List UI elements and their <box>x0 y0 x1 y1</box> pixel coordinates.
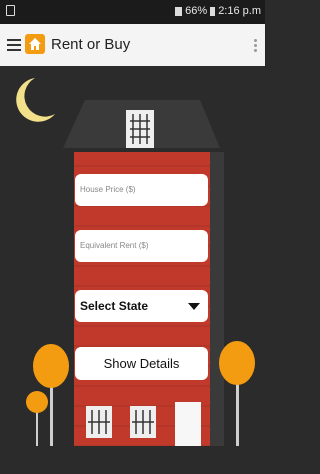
status-indicators: 66% 2:16 p.m <box>175 5 261 17</box>
house-illustration <box>0 66 265 474</box>
hamburger-icon[interactable] <box>7 39 21 51</box>
dropdown-triangle-icon <box>188 303 200 310</box>
house-price-input[interactable]: House Price ($) <box>75 174 208 206</box>
status-bar: 66% 2:16 p.m <box>0 0 265 24</box>
home-icon <box>25 34 45 54</box>
equivalent-rent-placeholder: Equivalent Rent ($) <box>80 241 149 250</box>
signal-icon <box>175 6 183 16</box>
overflow-menu-icon[interactable] <box>254 39 257 53</box>
clock: 2:16 p.m <box>218 5 261 17</box>
battery-icon <box>210 6 216 16</box>
tree-right <box>219 341 255 385</box>
battery-percent: 66% <box>185 5 208 17</box>
tree-small <box>26 391 48 413</box>
tree-left <box>33 344 69 388</box>
state-select[interactable]: Select State <box>75 290 208 322</box>
show-details-button[interactable]: Show Details <box>75 347 208 380</box>
state-select-value: Select State <box>80 299 149 313</box>
app-title: Rent or Buy <box>51 36 131 53</box>
equivalent-rent-input[interactable]: Equivalent Rent ($) <box>75 230 208 262</box>
app-bar: Rent or Buy <box>0 24 265 66</box>
notification-icon <box>6 5 15 16</box>
house-price-placeholder: House Price ($) <box>80 185 136 194</box>
scene: House Price ($) Equivalent Rent ($) Sele… <box>0 66 265 474</box>
